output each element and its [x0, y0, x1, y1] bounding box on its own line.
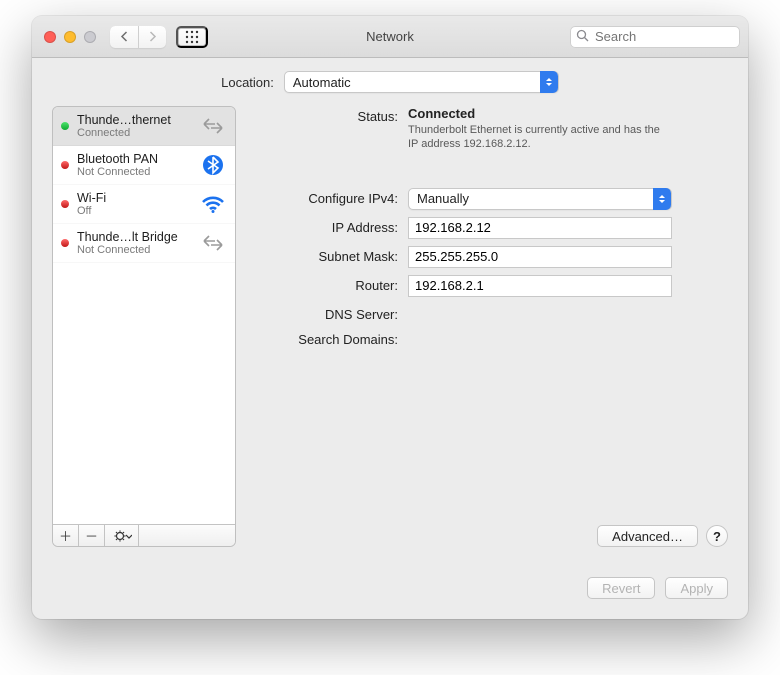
sidebar-item-text: Wi-FiOff [77, 191, 191, 217]
status-value: Connected [408, 106, 728, 121]
sidebar-item-name: Wi-Fi [77, 191, 191, 205]
titlebar: Network [32, 16, 748, 58]
sidebar-footer: ＋ － [53, 524, 235, 546]
bluetooth-icon [199, 153, 227, 177]
close-window-icon[interactable] [44, 31, 56, 43]
services-list: Thunde…thernetConnectedBluetooth PANNot … [53, 107, 235, 524]
dns-server-label: DNS Server: [248, 304, 398, 322]
minimize-window-icon[interactable] [64, 31, 76, 43]
sidebar-item-2[interactable]: Wi-FiOff [53, 185, 235, 224]
ip-address-input[interactable] [408, 217, 672, 239]
location-popup[interactable]: Automatic [284, 71, 559, 93]
sidebar-item-sub: Not Connected [77, 244, 191, 256]
ethernet-icon [199, 231, 227, 255]
status-block: Connected Thunderbolt Ethernet is curren… [408, 106, 728, 152]
advanced-row: Advanced… ? [597, 525, 728, 547]
status-label: Status: [248, 106, 398, 124]
bottom-bar: Revert Apply [52, 577, 728, 599]
status-dot-icon [61, 122, 69, 130]
sidebar-item-name: Bluetooth PAN [77, 152, 191, 166]
revert-button[interactable]: Revert [587, 577, 655, 599]
subnet-mask-input[interactable] [408, 246, 672, 268]
configure-ipv4-value: Manually [417, 191, 469, 206]
sidebar-item-3[interactable]: Thunde…lt BridgeNot Connected [53, 224, 235, 263]
traffic-lights [40, 31, 96, 43]
spacer [248, 159, 728, 181]
status-description: Thunderbolt Ethernet is currently active… [408, 123, 668, 152]
subnet-mask-label: Subnet Mask: [248, 246, 398, 264]
form: Status: Connected Thunderbolt Ethernet i… [248, 106, 728, 347]
services-sidebar: Thunde…thernetConnectedBluetooth PANNot … [52, 106, 236, 547]
show-all-button[interactable] [176, 26, 208, 48]
location-label: Location: [221, 75, 274, 90]
sidebar-item-1[interactable]: Bluetooth PANNot Connected [53, 146, 235, 185]
sidebar-item-text: Bluetooth PANNot Connected [77, 152, 191, 178]
preferences-window: Network Location: Automatic Thunde…thern… [32, 16, 748, 619]
sidebar-item-sub: Connected [77, 127, 191, 139]
back-button[interactable] [110, 26, 138, 48]
search-icon [576, 29, 589, 45]
sidebar-item-0[interactable]: Thunde…thernetConnected [53, 107, 235, 146]
popup-chevron-icon [540, 71, 558, 93]
add-service-button[interactable]: ＋ [53, 525, 79, 546]
search-input[interactable] [593, 28, 748, 45]
sidebar-item-sub: Not Connected [77, 166, 191, 178]
zoom-window-icon[interactable] [84, 31, 96, 43]
help-button[interactable]: ? [706, 525, 728, 547]
body: Thunde…thernetConnectedBluetooth PANNot … [52, 106, 728, 547]
status-dot-icon [61, 239, 69, 247]
nav-segmented [110, 26, 166, 48]
router-label: Router: [248, 275, 398, 293]
advanced-button[interactable]: Advanced… [597, 525, 698, 547]
detail-panel: Status: Connected Thunderbolt Ethernet i… [248, 106, 728, 547]
configure-ipv4-label: Configure IPv4: [248, 188, 398, 206]
remove-service-button[interactable]: － [79, 525, 105, 546]
wifi-icon [199, 192, 227, 216]
search-domains-label: Search Domains: [248, 329, 398, 347]
ethernet-icon [199, 114, 227, 138]
location-row: Location: Automatic [32, 58, 748, 106]
ip-address-label: IP Address: [248, 217, 398, 235]
sidebar-item-name: Thunde…lt Bridge [77, 230, 191, 244]
popup-chevron-icon [653, 188, 671, 210]
search-field[interactable] [570, 26, 740, 48]
sidebar-item-sub: Off [77, 205, 191, 217]
configure-ipv4-popup[interactable]: Manually [408, 188, 672, 210]
status-dot-icon [61, 200, 69, 208]
apply-button[interactable]: Apply [665, 577, 728, 599]
router-input[interactable] [408, 275, 672, 297]
sidebar-item-text: Thunde…thernetConnected [77, 113, 191, 139]
location-value: Automatic [293, 75, 351, 90]
action-menu-button[interactable] [105, 525, 139, 546]
forward-button[interactable] [138, 26, 166, 48]
status-dot-icon [61, 161, 69, 169]
sidebar-item-name: Thunde…thernet [77, 113, 191, 127]
sidebar-item-text: Thunde…lt BridgeNot Connected [77, 230, 191, 256]
